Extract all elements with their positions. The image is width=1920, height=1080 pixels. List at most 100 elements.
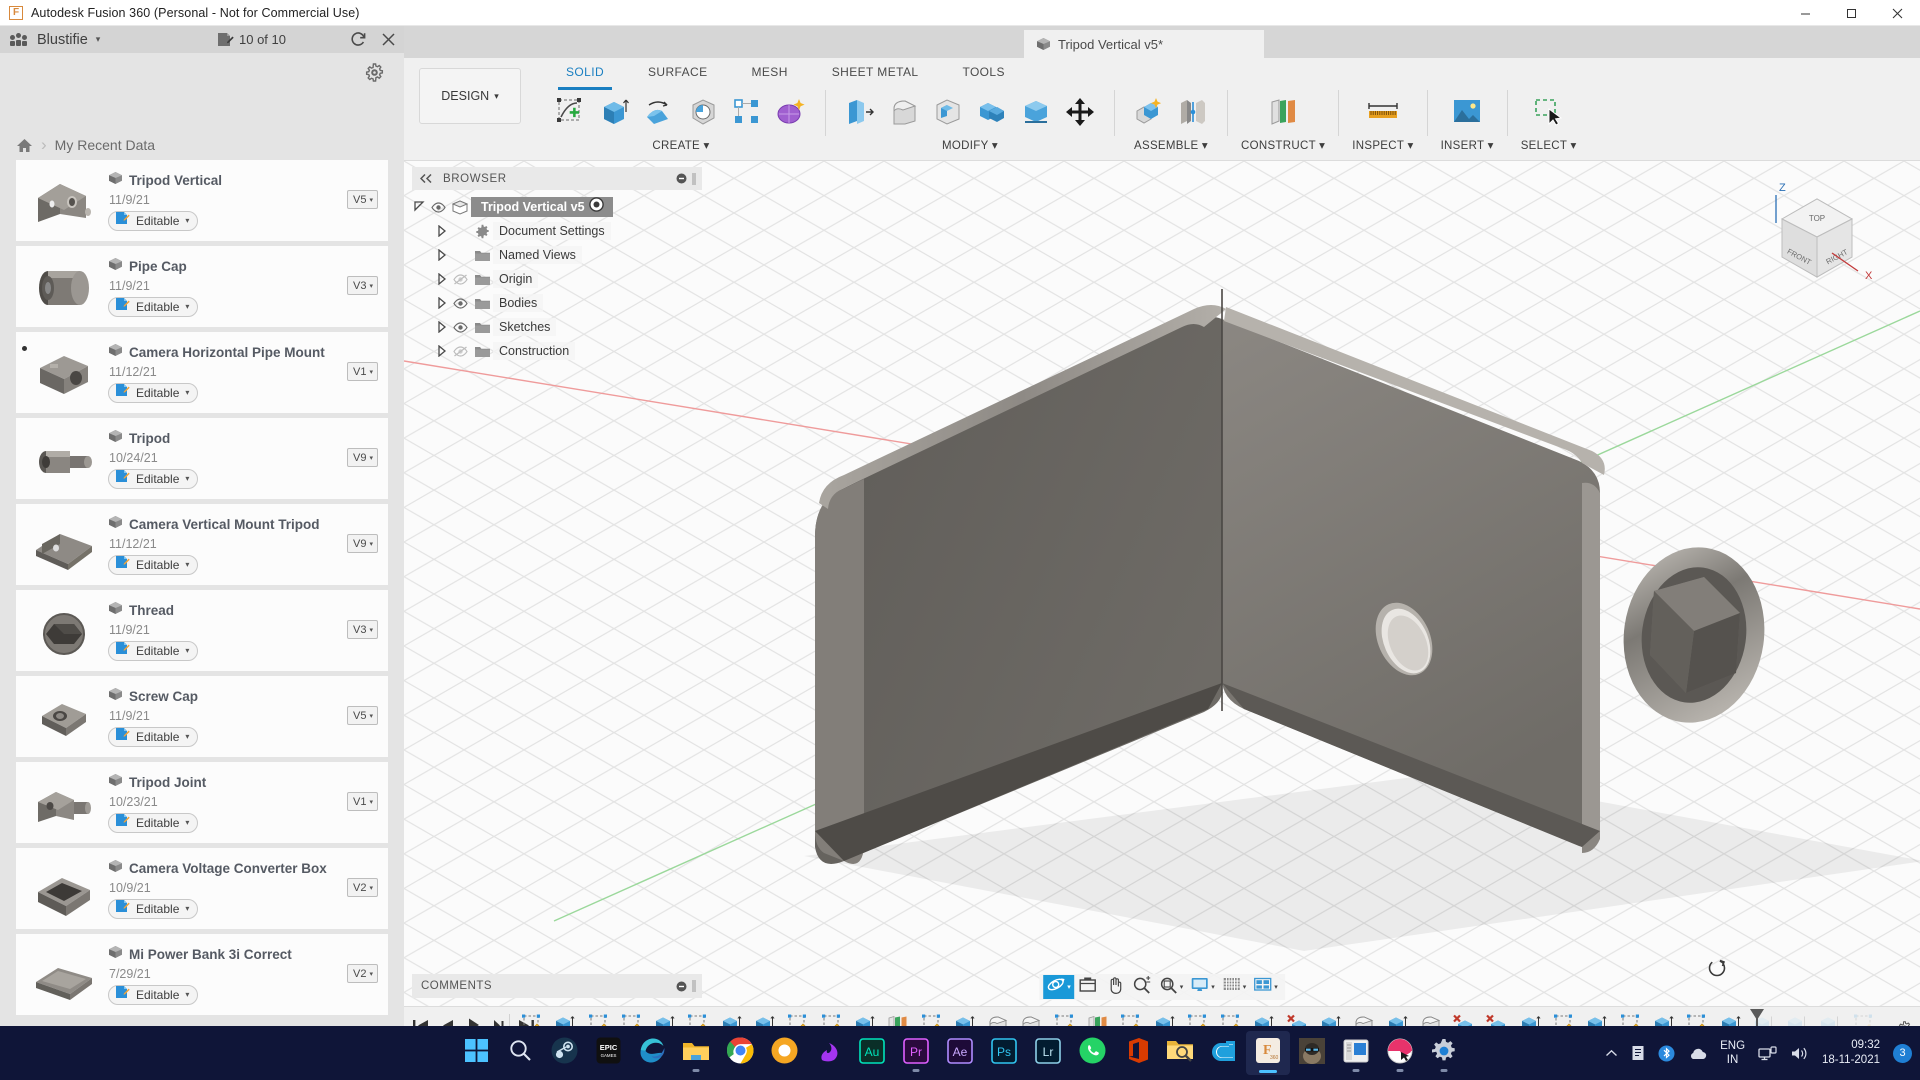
taskbar-file-explorer[interactable] xyxy=(674,1031,718,1075)
offset-face-icon[interactable] xyxy=(1015,88,1057,136)
visibility-eye-icon[interactable] xyxy=(428,201,449,213)
browser-node-sketches[interactable]: Sketches xyxy=(412,315,702,339)
offset-plane-icon[interactable] xyxy=(1262,88,1304,136)
taskbar-photoshop[interactable]: Ps xyxy=(982,1031,1026,1075)
status-badge[interactable]: Editable ▾ xyxy=(108,210,199,231)
chevron-down-icon[interactable]: ▾ xyxy=(185,818,189,827)
list-item[interactable]: Tripod 10/24/21 Editable ▾ V9 ▾ xyxy=(16,418,388,499)
list-item[interactable]: Camera Vertical Mount Tripod 11/12/21 Edit… xyxy=(16,504,388,585)
ribbon-tabs[interactable]: SOLID SURFACE MESH SHEET METAL TOOLS xyxy=(544,65,1027,90)
status-badge[interactable]: Editable ▾ xyxy=(108,726,199,747)
taskbar-items[interactable]: EPIC GAMES Au Pr Ae Ps Lr F 360 xyxy=(454,1031,1466,1075)
hub-name[interactable]: Blustifie xyxy=(37,32,88,48)
taskbar-start[interactable] xyxy=(454,1031,498,1075)
taskbar-search[interactable] xyxy=(498,1031,542,1075)
expand-triangle-icon[interactable] xyxy=(434,321,450,333)
ribbon-group-label[interactable]: CONSTRUCT ▾ xyxy=(1241,138,1325,152)
file-name[interactable]: Camera Vertical Mount Tripod xyxy=(129,517,320,532)
gear-icon[interactable] xyxy=(365,63,384,87)
browser-node-bodies[interactable]: Bodies xyxy=(412,291,702,315)
joint-icon[interactable] xyxy=(1172,88,1214,136)
fit-button[interactable]: ▾ xyxy=(1156,975,1187,999)
taskbar-cura[interactable] xyxy=(1202,1031,1246,1075)
visibility-eye-icon[interactable] xyxy=(450,273,471,285)
version-selector[interactable]: V2 ▾ xyxy=(347,878,378,897)
visibility-eye-icon[interactable] xyxy=(450,297,471,309)
resize-handle-icon[interactable] xyxy=(692,980,696,992)
chevron-down-icon[interactable]: ▾ xyxy=(369,540,373,548)
chevron-down-icon[interactable]: ▾ xyxy=(185,646,189,655)
chevron-down-icon[interactable]: ▾ xyxy=(185,904,189,913)
version-selector[interactable]: V5 ▾ xyxy=(347,190,378,209)
notification-badge[interactable]: 3 xyxy=(1893,1043,1912,1063)
browser-tree[interactable]: Tripod Vertical v5 Document Settings Named… xyxy=(412,195,702,363)
ribbon-tab-solid[interactable]: SOLID xyxy=(544,65,626,90)
expand-triangle-icon[interactable] xyxy=(434,273,450,285)
list-item[interactable]: Mi Power Bank 3i Correct 7/29/21 Editable ▾… xyxy=(16,934,388,1015)
file-name[interactable]: Thread xyxy=(129,603,174,618)
file-name[interactable]: Tripod xyxy=(129,431,170,446)
list-item[interactable]: Thread 11/9/21 Editable ▾ V3 ▾ xyxy=(16,590,388,671)
taskbar-steam[interactable] xyxy=(542,1031,586,1075)
ribbon-tab-tools[interactable]: TOOLS xyxy=(940,65,1026,85)
minimize-dot-icon[interactable] xyxy=(676,981,687,992)
insert-image-icon[interactable] xyxy=(1446,88,1488,136)
ribbon-groups[interactable]: CREATE ▾ MODIFY ▾ ASSEMBLE ▾ CONSTRUCT ▾ INS… xyxy=(544,86,1583,158)
visibility-eye-icon[interactable] xyxy=(450,321,471,333)
chevron-down-icon[interactable]: ▾ xyxy=(369,626,373,634)
language-indicator[interactable]: ENG IN xyxy=(1720,1039,1745,1067)
taskbar-lightroom[interactable]: Lr xyxy=(1026,1031,1070,1075)
file-name[interactable]: Tripod Joint xyxy=(129,775,206,790)
document-icon[interactable] xyxy=(1631,1045,1645,1061)
ribbon-tab-surface[interactable]: SURFACE xyxy=(626,65,729,85)
taskbar-settings[interactable] xyxy=(1422,1031,1466,1075)
expand-triangle-icon[interactable] xyxy=(434,249,450,261)
minimize-dot-icon[interactable] xyxy=(676,173,687,184)
status-badge[interactable]: Editable ▾ xyxy=(108,984,199,1005)
recent-data-list[interactable]: Tripod Vertical 11/9/21 Editable ▾ V5 ▾ Pipe C… xyxy=(0,160,404,1052)
chevron-down-icon[interactable]: ▾ xyxy=(185,990,189,999)
browser-node-label[interactable]: Origin xyxy=(493,270,539,288)
form-icon[interactable] xyxy=(770,88,812,136)
refresh-icon[interactable] xyxy=(350,31,367,48)
chevron-down-icon[interactable]: ▾ xyxy=(369,454,373,462)
status-badge[interactable]: Editable ▾ xyxy=(108,382,199,403)
combine-icon[interactable] xyxy=(971,88,1013,136)
taskbar-google-chrome[interactable] xyxy=(718,1031,762,1075)
viewports-button[interactable]: ▾ xyxy=(1250,975,1281,999)
bluetooth-icon[interactable] xyxy=(1658,1045,1675,1062)
document-tab[interactable]: Tripod Vertical v5* xyxy=(1024,30,1264,58)
file-name[interactable]: Camera Voltage Converter Box xyxy=(129,861,327,876)
version-selector[interactable]: V9 ▾ xyxy=(347,448,378,467)
chevron-down-icon[interactable]: ▾ xyxy=(369,282,373,290)
browser-node-label[interactable]: Document Settings xyxy=(493,222,611,240)
chevron-down-icon[interactable]: ▾ xyxy=(96,34,101,45)
activate-component-radio[interactable] xyxy=(588,197,604,217)
workspace-switcher[interactable]: DESIGN ▾ xyxy=(419,68,521,124)
maximize-button[interactable] xyxy=(1828,0,1874,26)
file-name[interactable]: Mi Power Bank 3i Correct xyxy=(129,947,292,962)
browser-node-label[interactable]: Sketches xyxy=(493,318,557,336)
chevron-down-icon[interactable]: ▾ xyxy=(1243,983,1247,991)
comments-bar[interactable]: COMMENTS xyxy=(412,974,702,998)
file-name[interactable]: Pipe Cap xyxy=(129,259,187,274)
chevron-down-icon[interactable]: ▾ xyxy=(369,798,373,806)
taskbar-epic-games[interactable]: EPIC GAMES xyxy=(586,1031,630,1075)
hole-icon[interactable] xyxy=(682,88,724,136)
upload-status[interactable]: 10 of 10 xyxy=(217,32,286,47)
chevron-down-icon[interactable]: ▾ xyxy=(185,388,189,397)
chevron-down-icon[interactable]: ▾ xyxy=(369,884,373,892)
view-cube[interactable]: TOP FRONT RIGHT Z X xyxy=(1762,179,1882,289)
move-copy-icon[interactable] xyxy=(1059,88,1101,136)
ribbon-group-label[interactable]: INSPECT ▾ xyxy=(1352,138,1413,152)
chevron-down-icon[interactable]: ▾ xyxy=(369,368,373,376)
taskbar-fusion-360[interactable]: F 360 xyxy=(1246,1031,1290,1075)
expand-triangle-icon[interactable] xyxy=(434,297,450,309)
ribbon-group-label[interactable]: CREATE ▾ xyxy=(652,138,709,152)
chevron-down-icon[interactable]: ▾ xyxy=(369,970,373,978)
list-item[interactable]: Tripod Joint 10/23/21 Editable ▾ V1 ▾ xyxy=(16,762,388,843)
ribbon-group-label[interactable]: SELECT ▾ xyxy=(1521,138,1577,152)
status-badge[interactable]: Editable ▾ xyxy=(108,640,199,661)
browser-node-label[interactable]: Named Views xyxy=(493,246,582,264)
version-selector[interactable]: V3 ▾ xyxy=(347,620,378,639)
